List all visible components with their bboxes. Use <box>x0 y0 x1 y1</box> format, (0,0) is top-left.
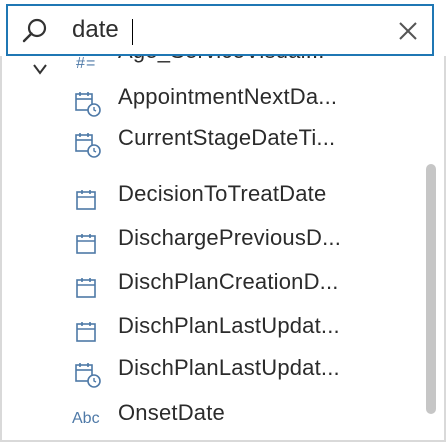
field-label: CurrentStageDateTi... <box>118 125 336 150</box>
scrollbar-thumb[interactable] <box>426 164 436 414</box>
field-item[interactable]: CurrentStageDateTi... <box>2 123 412 163</box>
svg-text:#: # <box>76 56 85 72</box>
field-label: DischPlanLastUpdat... <box>118 313 340 338</box>
calendar-icon <box>76 322 96 342</box>
calendar-icon <box>76 190 96 210</box>
field-item[interactable]: DischPlanLastUpdat... <box>2 311 412 351</box>
field-item[interactable]: DecisionToTreatDate <box>2 179 412 219</box>
calendar-icon <box>76 234 96 254</box>
svg-text:=: = <box>86 56 95 72</box>
field-list: # = Age_ServiceVisual... AppointmentNext… <box>0 56 446 442</box>
field-label: AppointmentNextDa... <box>118 84 338 109</box>
calc-number-icon: # = <box>76 56 95 72</box>
calc-date-icon <box>75 363 101 388</box>
search-input[interactable] <box>72 14 372 46</box>
field-label: DischPlanLastUpdat... <box>118 355 340 380</box>
field-item[interactable]: DischargePreviousD... <box>2 223 412 263</box>
clear-search-icon[interactable] <box>396 19 420 43</box>
field-label: DecisionToTreatDate <box>118 181 327 206</box>
field-label: DischPlanCreationD... <box>118 269 339 294</box>
field-item[interactable]: DischPlanCreationD... <box>2 267 412 307</box>
field-item[interactable]: Abc OnsetDate <box>2 398 412 438</box>
abc-icon: Abc <box>72 410 100 427</box>
search-box[interactable] <box>6 4 434 56</box>
field-item[interactable]: AppointmentNextDa... <box>2 82 412 122</box>
calendar-icon <box>76 278 96 298</box>
field-label: OnsetDate <box>118 400 225 425</box>
field-label: Age_ServiceVisual... <box>118 56 325 64</box>
field-item[interactable]: DischPlanLastUpdat... <box>2 353 412 393</box>
calc-date-icon <box>75 92 101 117</box>
field-label: DischargePreviousD... <box>118 225 342 250</box>
calc-date-icon <box>75 133 101 158</box>
search-icon <box>22 18 47 43</box>
text-cursor <box>132 19 133 45</box>
